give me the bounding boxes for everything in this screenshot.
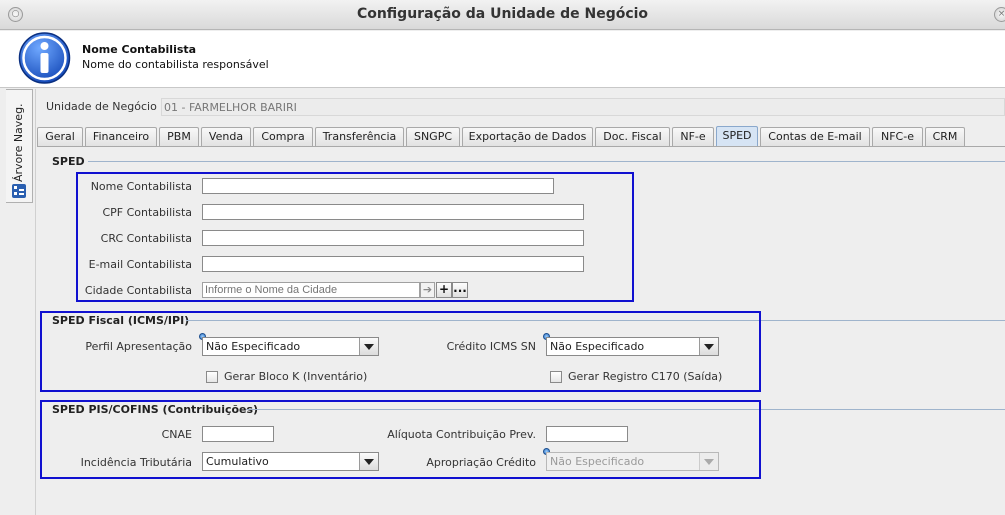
- tab-exportacao-dados[interactable]: Exportação de Dados: [462, 127, 593, 146]
- tab-compra[interactable]: Compra: [253, 127, 313, 146]
- tab-crm[interactable]: CRM: [925, 127, 965, 146]
- info-icon: [18, 32, 71, 84]
- sped-section-title: SPED: [52, 155, 85, 168]
- tab-geral[interactable]: Geral: [37, 127, 83, 146]
- help-subtitle: Nome do contabilista responsável: [82, 58, 269, 71]
- tab-contas-email[interactable]: Contas de E-mail: [760, 127, 870, 146]
- highlight-box-sped-fiscal: [40, 311, 761, 392]
- help-header: Nome Contabilista Nome do contabilista r…: [0, 31, 1005, 88]
- tab-nfe[interactable]: NF-e: [672, 127, 714, 146]
- window-close-button[interactable]: ×: [994, 7, 1005, 22]
- window-titlebar: ○ Configuração da Unidade de Negócio ×: [0, 0, 1005, 30]
- highlight-box-sped-pis: [40, 400, 761, 479]
- tab-nfce[interactable]: NFC-e: [872, 127, 923, 146]
- tab-doc-fiscal[interactable]: Doc. Fiscal: [595, 127, 670, 146]
- tab-sngpc[interactable]: SNGPC: [406, 127, 460, 146]
- tree-navigation-tab[interactable]: Árvore Naveg.: [6, 89, 33, 203]
- unidade-negocio-field: 01 - FARMELHOR BARIRI: [161, 98, 1005, 116]
- tab-transferencia[interactable]: Transferência: [315, 127, 404, 146]
- window-title: Configuração da Unidade de Negócio: [356, 6, 649, 22]
- side-divider: [35, 89, 36, 515]
- tab-pbm[interactable]: PBM: [159, 127, 199, 146]
- tab-venda[interactable]: Venda: [201, 127, 251, 146]
- tab-divider: [37, 146, 1005, 147]
- tree-icon: [12, 184, 26, 198]
- sped-section-line: [88, 161, 1005, 162]
- tab-financeiro[interactable]: Financeiro: [85, 127, 157, 146]
- unidade-negocio-label: Unidade de Negócio: [46, 100, 157, 113]
- highlight-box-contabilista: [76, 172, 634, 302]
- help-title: Nome Contabilista: [82, 43, 197, 56]
- tab-sped[interactable]: SPED: [716, 126, 758, 146]
- tree-navigation-label: Árvore Naveg.: [12, 103, 25, 182]
